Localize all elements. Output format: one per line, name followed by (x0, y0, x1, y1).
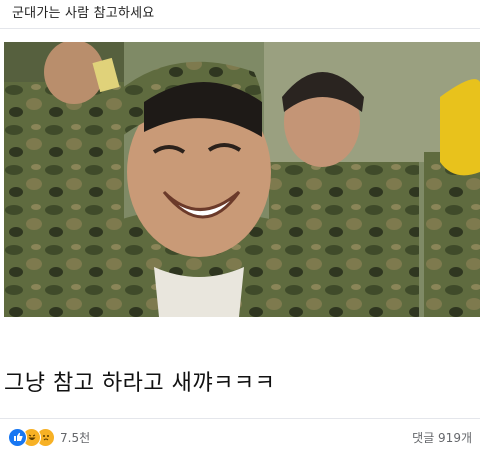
like-icon (8, 427, 27, 447)
reactions-summary[interactable]: 7.5천 (8, 427, 90, 447)
reaction-count: 7.5천 (60, 430, 91, 445)
comment-count[interactable]: 댓글 919개 (412, 429, 472, 446)
divider (0, 28, 480, 29)
soldiers-photo (4, 42, 480, 317)
divider (0, 418, 480, 419)
post-card: 군대가는 사람 참고하세요 그냥 참고 하라고 새꺄ㅋㅋㅋ 7.5천 댓글 91… (0, 0, 480, 452)
post-headline: 그냥 참고 하라고 새꺄ㅋㅋㅋ (4, 371, 276, 396)
post-image[interactable] (4, 42, 480, 317)
post-title: 군대가는 사람 참고하세요 (12, 6, 155, 21)
